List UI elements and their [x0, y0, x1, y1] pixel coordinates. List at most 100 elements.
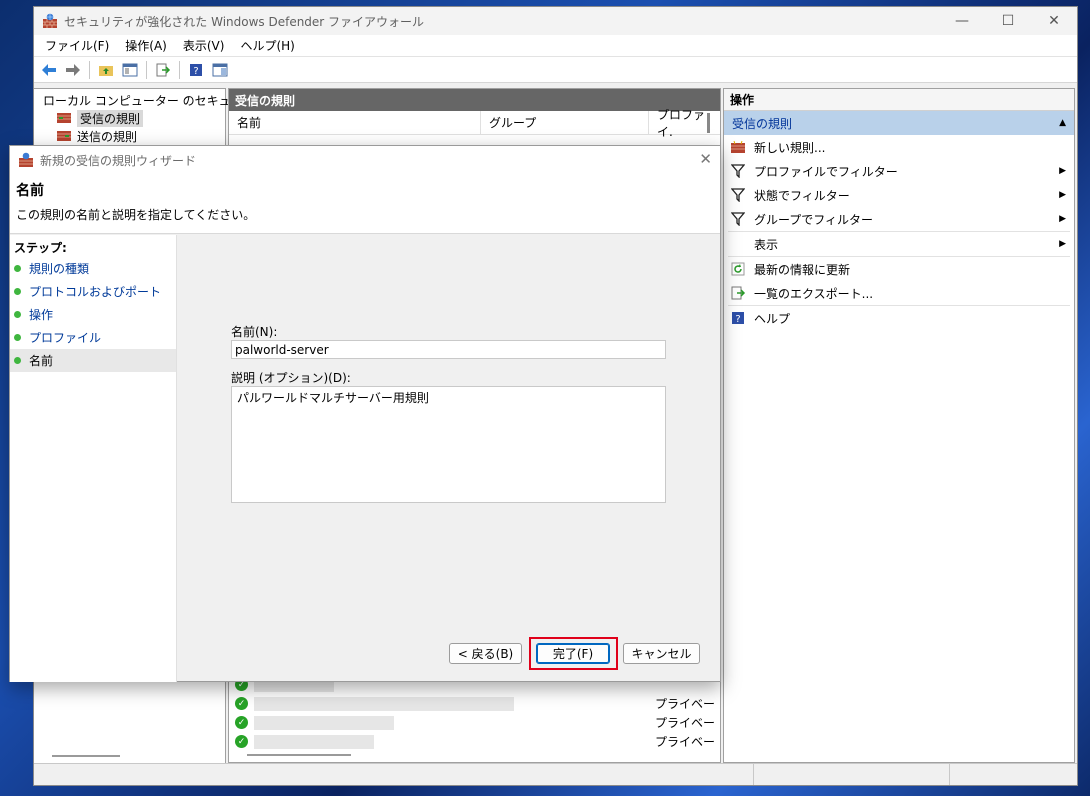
- column-headers: 名前 グループ プロファイ.: [229, 108, 720, 139]
- enabled-check-icon: ✓: [235, 697, 248, 710]
- submenu-arrow-icon: ▶: [1059, 190, 1066, 200]
- step-status-dot-icon: [14, 288, 21, 295]
- menu-bar: ファイル(F) 操作(A) 表示(V) ヘルプ(H): [34, 35, 1077, 57]
- svg-text:?: ?: [193, 66, 198, 77]
- enabled-check-icon: ✓: [235, 735, 248, 748]
- cancel-button[interactable]: キャンセル: [623, 643, 700, 664]
- horizontal-scrollbar[interactable]: [52, 755, 120, 757]
- show-hide-tree-button[interactable]: [119, 59, 141, 81]
- back-arrow-button[interactable]: [38, 59, 60, 81]
- table-row[interactable]: ✓ プライベー: [235, 733, 715, 750]
- column-header-name[interactable]: 名前: [229, 111, 481, 134]
- action-label: プロファイルでフィルター: [754, 164, 898, 179]
- step-action[interactable]: 操作: [10, 303, 176, 326]
- tree-item-inbound-rules[interactable]: 受信の規則: [34, 109, 225, 127]
- table-row[interactable]: ✓ プライベー: [235, 695, 715, 712]
- step-label: 名前: [29, 354, 54, 368]
- step-label: 規則の種類: [29, 262, 90, 276]
- folder-up-icon: [99, 65, 113, 76]
- step-label: 操作: [29, 308, 54, 322]
- minimize-button[interactable]: —: [939, 7, 985, 35]
- back-button[interactable]: < 戻る(B): [449, 643, 522, 664]
- step-label: プロファイル: [29, 331, 102, 345]
- toolbar-separator: [179, 60, 180, 79]
- tree-item-label: 送信の規則: [77, 129, 138, 144]
- toolbar-separator: [146, 60, 147, 79]
- action-label: ヘルプ: [754, 311, 791, 326]
- export-list-button[interactable]: [152, 59, 174, 81]
- export-icon: [156, 63, 171, 76]
- action-new-rule[interactable]: 新しい規則...: [724, 135, 1074, 159]
- action-label: 最新の情報に更新: [754, 262, 851, 277]
- wizard-close-icon[interactable]: ✕: [699, 150, 712, 168]
- wizard-heading: 名前: [16, 183, 44, 199]
- action-view[interactable]: 表示 ▶: [724, 232, 1074, 256]
- actions-pane: 操作 受信の規則 ▲ 新しい規則... プロファイルでフィルター ▶ 状態でフィ…: [723, 88, 1075, 763]
- collapse-up-icon[interactable]: ▲: [1059, 118, 1066, 128]
- horizontal-scrollbar[interactable]: [247, 754, 351, 756]
- tree-item-outbound-rules[interactable]: 送信の規則: [34, 127, 225, 145]
- column-header-group[interactable]: グループ: [481, 111, 649, 134]
- help-icon: ?: [730, 310, 746, 326]
- table-row[interactable]: ✓ プライベー: [235, 714, 715, 731]
- up-folder-button[interactable]: [95, 59, 117, 81]
- filter-icon: [730, 211, 746, 227]
- firewall-app-icon: [19, 152, 33, 167]
- help-icon: ?: [190, 63, 202, 77]
- toolbar-separator: [89, 60, 90, 79]
- refresh-icon: [730, 261, 746, 277]
- action-export-list[interactable]: 一覧のエクスポート...: [724, 281, 1074, 305]
- step-rule-type[interactable]: 規則の種類: [10, 257, 176, 280]
- help-button[interactable]: ?: [185, 59, 207, 81]
- finish-button-highlight: [529, 637, 618, 670]
- maximize-button[interactable]: ☐: [985, 7, 1031, 35]
- step-status-dot-icon: [14, 265, 21, 272]
- menu-view[interactable]: 表示(V): [175, 37, 233, 54]
- new-inbound-rule-wizard: 新規の受信の規則ウィザード ✕ 名前 この規則の名前と説明を指定してください。 …: [9, 145, 721, 682]
- step-status-dot-icon: [14, 334, 21, 341]
- wizard-title: 新規の受信の規則ウィザード: [40, 153, 197, 168]
- action-filter-by-state[interactable]: 状態でフィルター ▶: [724, 183, 1074, 207]
- section-label: 受信の規則: [732, 116, 793, 131]
- vertical-scrollbar[interactable]: [707, 113, 710, 133]
- step-protocol-and-ports[interactable]: プロトコルおよびポート: [10, 280, 176, 303]
- profile-cell: プライベー: [655, 735, 716, 749]
- action-refresh[interactable]: 最新の情報に更新: [724, 257, 1074, 281]
- step-profile[interactable]: プロファイル: [10, 326, 176, 349]
- step-label: プロトコルおよびポート: [29, 285, 162, 299]
- action-filter-by-profile[interactable]: プロファイルでフィルター ▶: [724, 159, 1074, 183]
- action-help[interactable]: ? ヘルプ: [724, 306, 1074, 330]
- console-tree-icon: [122, 63, 138, 76]
- title-bar: セキュリティが強化された Windows Defender ファイアウォール —…: [34, 7, 1077, 35]
- wizard-subheading: この規則の名前と説明を指定してください。: [16, 208, 256, 222]
- profile-cell: プライベー: [655, 697, 716, 711]
- profile-cell: プライベー: [655, 716, 716, 730]
- enabled-check-icon: ✓: [235, 716, 248, 729]
- outbound-rules-icon: [57, 131, 71, 141]
- export-icon: [730, 285, 746, 301]
- name-input[interactable]: [231, 340, 666, 359]
- forward-arrow-button[interactable]: [62, 59, 84, 81]
- action-pane-icon: [212, 63, 228, 76]
- forward-arrow-icon: [66, 63, 80, 76]
- menu-help[interactable]: ヘルプ(H): [232, 37, 302, 54]
- wizard-title-bar: 新規の受信の規則ウィザード ✕: [10, 146, 720, 174]
- menu-action[interactable]: 操作(A): [117, 37, 175, 54]
- description-input[interactable]: パルワールドマルチサーバー用規則: [231, 386, 666, 503]
- svg-text:?: ?: [735, 314, 740, 325]
- show-hide-action-pane-button[interactable]: [209, 59, 231, 81]
- action-filter-by-group[interactable]: グループでフィルター ▶: [724, 207, 1074, 231]
- window-title: セキュリティが強化された Windows Defender ファイアウォール: [64, 14, 425, 29]
- new-rule-icon: [730, 139, 746, 155]
- step-name[interactable]: 名前: [10, 349, 176, 372]
- close-button[interactable]: ✕: [1031, 7, 1077, 35]
- tree-root[interactable]: ローカル コンピューター のセキュリティ: [34, 91, 266, 109]
- description-field-label: 説明 (オプション)(D):: [231, 371, 351, 385]
- actions-section-inbound-rules[interactable]: 受信の規則 ▲: [724, 111, 1074, 135]
- back-arrow-icon: [42, 63, 56, 76]
- column-header-profile[interactable]: プロファイ.: [649, 108, 707, 139]
- menu-file[interactable]: ファイル(F): [37, 37, 117, 54]
- actions-header: 操作: [724, 89, 1074, 111]
- submenu-arrow-icon: ▶: [1059, 239, 1066, 249]
- status-bar: [34, 763, 1077, 785]
